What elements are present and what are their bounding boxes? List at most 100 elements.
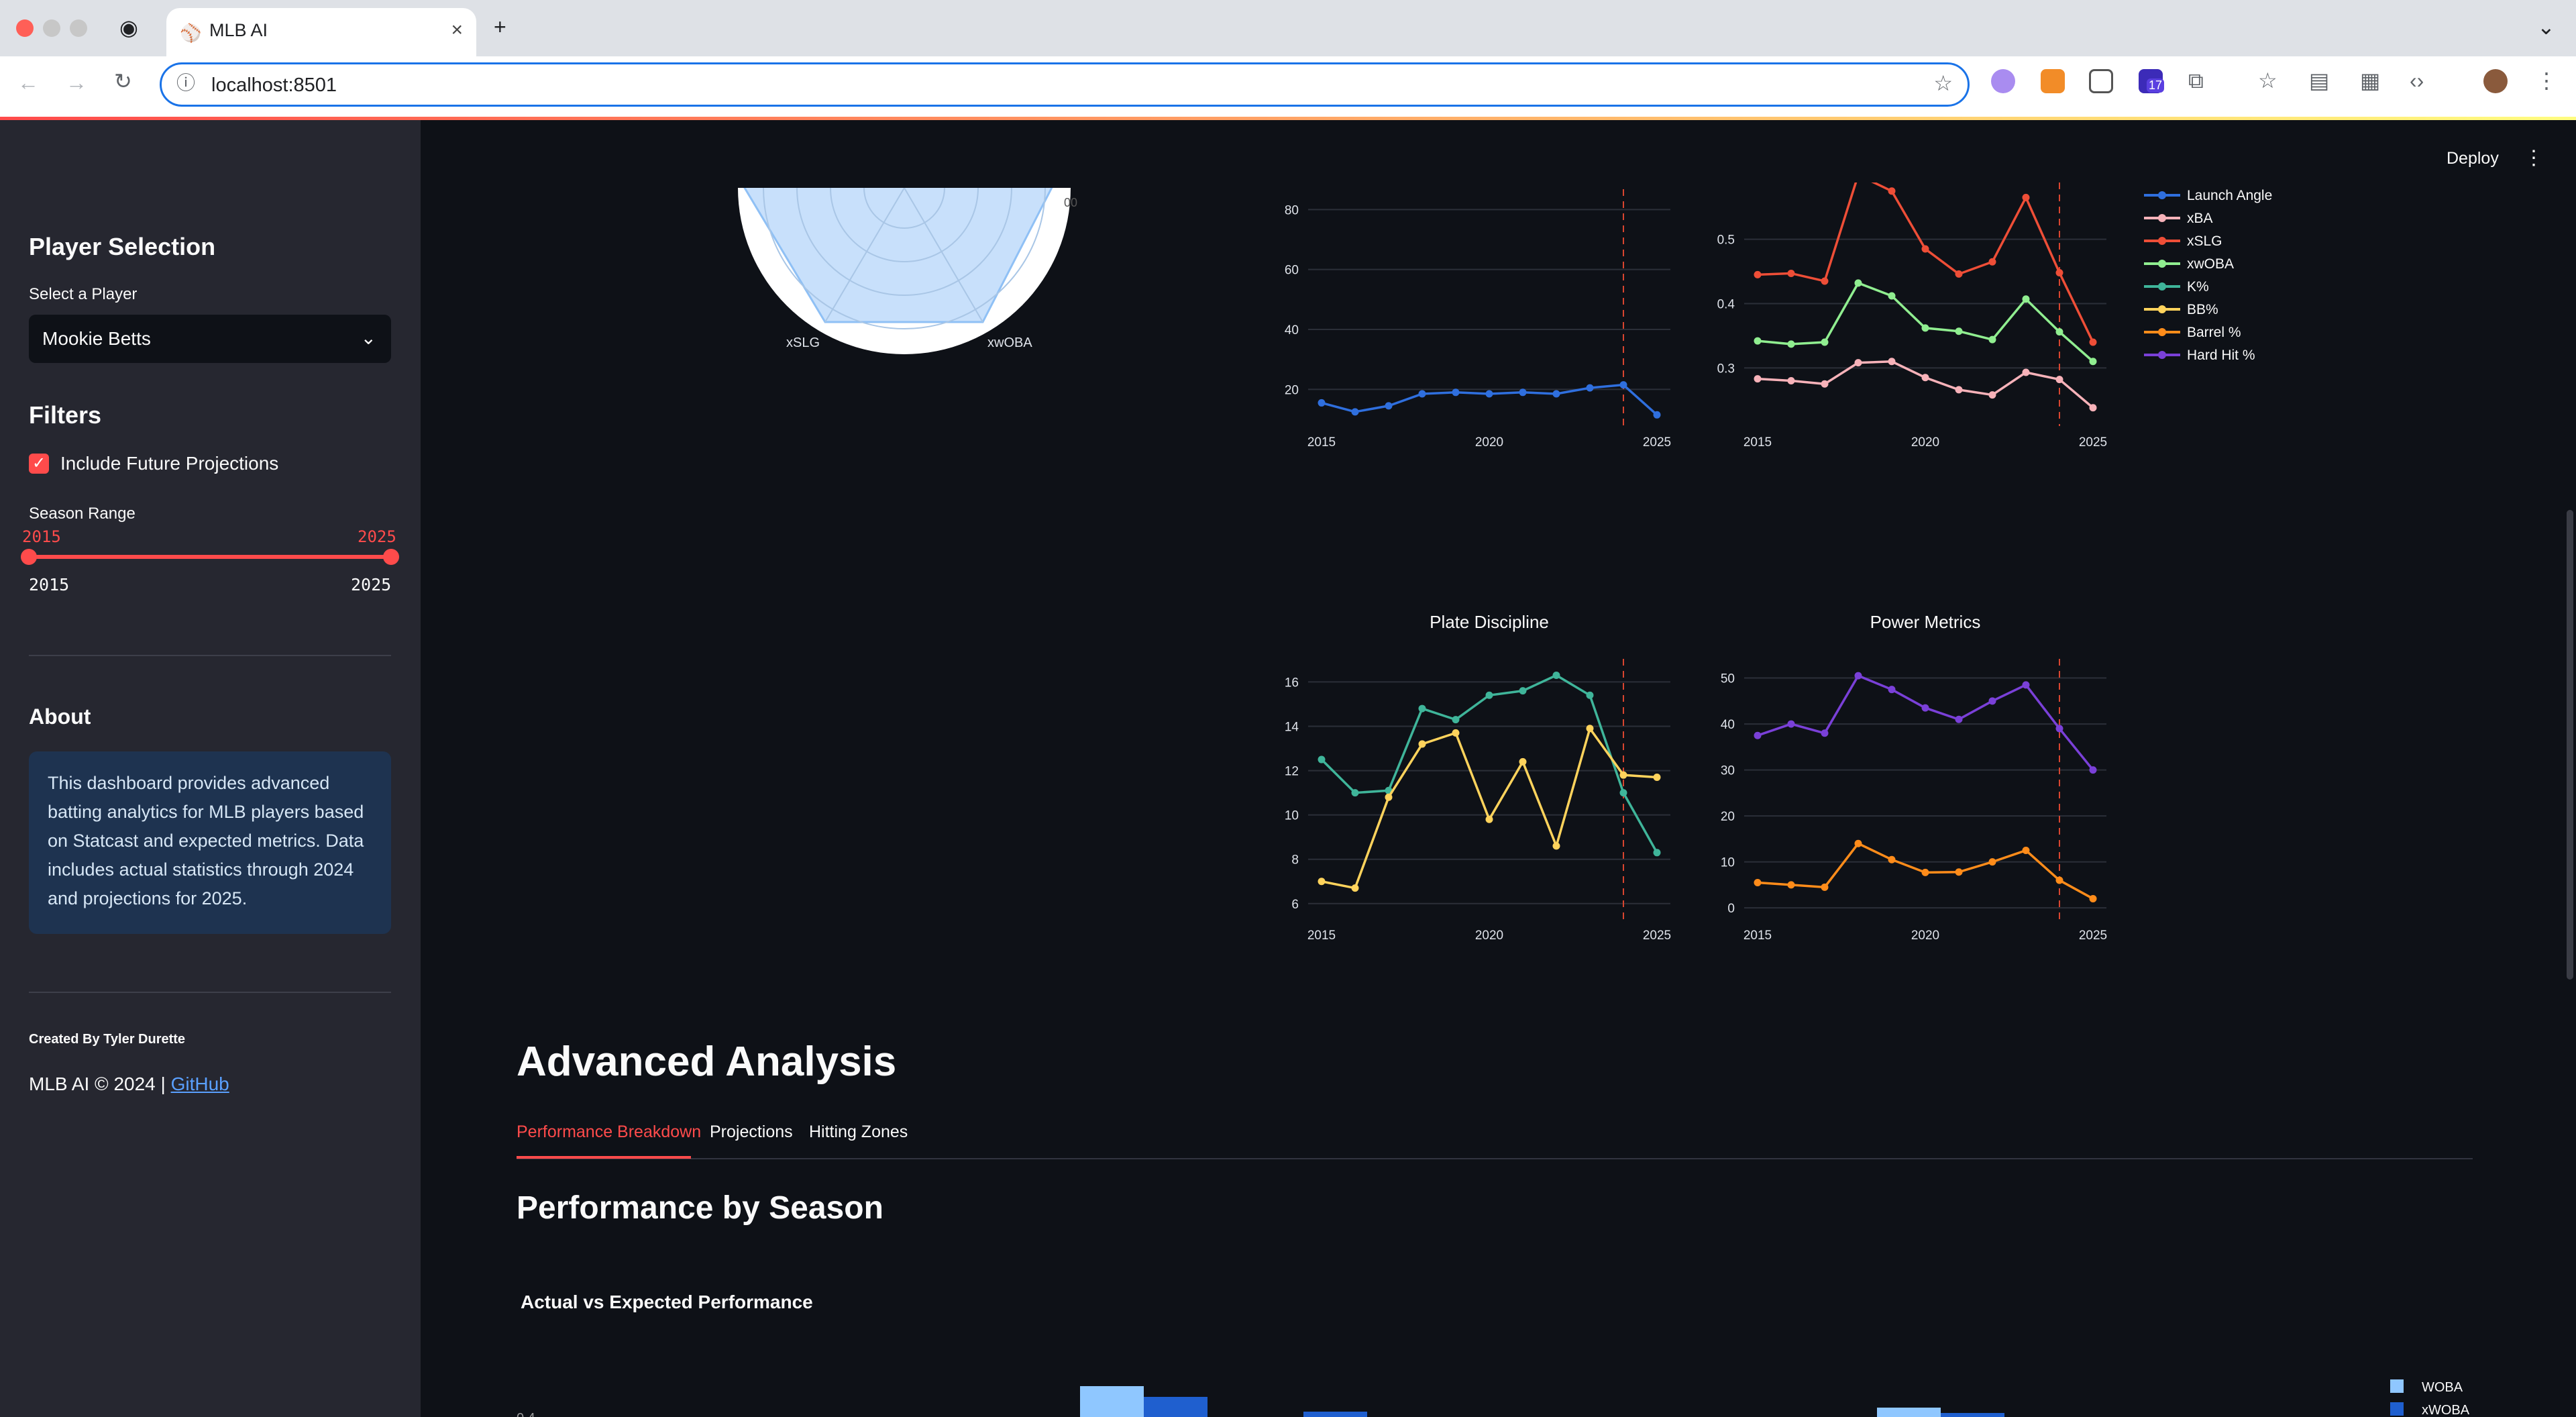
legend-swatch-dot: [2158, 351, 2166, 359]
bar-xwoba: [1941, 1413, 2004, 1417]
sidebar-divider: [29, 992, 391, 993]
bookmark-star-icon[interactable]: ☆: [1933, 72, 1953, 94]
tab-performance-breakdown[interactable]: Performance Breakdown: [517, 1122, 701, 1142]
close-window-button[interactable]: [16, 19, 34, 37]
data-point: [1988, 391, 1996, 399]
legend-item[interactable]: Hard Hit %: [2144, 345, 2318, 365]
maximize-window-button[interactable]: [70, 19, 87, 37]
site-info-icon[interactable]: ⓘ: [176, 74, 195, 93]
reading-list-icon[interactable]: ▤: [2309, 70, 2329, 91]
url-text[interactable]: localhost:8501: [211, 74, 337, 97]
extensions-puzzle-icon[interactable]: ⧉: [2188, 70, 2204, 91]
address-bar[interactable]: ⓘ localhost:8501 ☆: [160, 62, 1970, 107]
data-point: [2055, 725, 2063, 733]
legend-label: xwOBA: [2187, 256, 2235, 272]
legend-label: xBA: [2187, 211, 2213, 226]
legend-item[interactable]: K%: [2144, 276, 2318, 297]
data-point: [1921, 324, 1929, 332]
data-point: [1955, 715, 1963, 723]
y-tick-label: 0.3: [1717, 362, 1735, 376]
extension-fox-icon[interactable]: [2041, 69, 2065, 93]
legend-item[interactable]: Launch Angle: [2144, 185, 2318, 205]
data-point: [1586, 384, 1594, 392]
forward-icon[interactable]: →: [66, 72, 87, 93]
data-point: [1821, 380, 1829, 388]
tab-search-chevron-icon[interactable]: ⌄: [2537, 16, 2555, 38]
legend-item[interactable]: BB%: [2144, 299, 2318, 319]
data-point: [1318, 755, 1326, 764]
extension-qr-icon[interactable]: [2089, 69, 2113, 93]
data-point: [1619, 789, 1627, 797]
bar-xwoba: [1144, 1397, 1208, 1417]
data-point: [1888, 686, 1896, 694]
legend-label: xSLG: [2187, 233, 2222, 249]
minimize-window-button[interactable]: [43, 19, 60, 37]
data-point: [1385, 793, 1393, 801]
bookmarks-icon[interactable]: ☆: [2258, 70, 2277, 91]
browser-tab[interactable]: ⚾ MLB AI ×: [166, 8, 476, 56]
back-icon[interactable]: ←: [17, 72, 39, 93]
data-point: [1888, 855, 1896, 863]
data-point: [1351, 789, 1359, 797]
slider-low-handle[interactable]: [21, 549, 37, 565]
season-range-slider-track[interactable]: [29, 555, 391, 559]
profile-avatar[interactable]: [2483, 69, 2508, 93]
y-tick-label: 6: [1291, 898, 1299, 912]
legend-item[interactable]: Barrel %: [2144, 322, 2318, 342]
y-tick-label: 12: [1285, 765, 1299, 779]
github-link[interactable]: GitHub: [171, 1073, 229, 1094]
legend-item[interactable]: xwOBA: [2144, 254, 2318, 274]
browser-menu-icon[interactable]: ⋮: [2536, 70, 2557, 91]
tab-hitting-zones[interactable]: Hitting Zones: [809, 1122, 908, 1142]
slider-high-handle[interactable]: [383, 549, 399, 565]
legend-item[interactable]: xSLG: [2144, 231, 2318, 251]
kebab-icon[interactable]: ⋮: [2524, 146, 2544, 170]
data-point: [1318, 399, 1326, 407]
browser-chrome: ◉ ⚾ MLB AI × + ⌄ ← → ↻ ⓘ localhost:8501 …: [0, 0, 2576, 117]
slider-high-value: 2025: [358, 527, 396, 546]
sidebar-divider: [29, 655, 391, 656]
reload-icon[interactable]: ↻: [114, 70, 132, 92]
filters-heading: Filters: [29, 401, 102, 429]
tab-projections[interactable]: Projections: [710, 1122, 793, 1142]
close-tab-icon[interactable]: ×: [451, 19, 463, 42]
new-tab-icon[interactable]: +: [494, 16, 506, 38]
data-point: [2089, 338, 2097, 346]
legend-swatch-dot: [2158, 191, 2166, 199]
data-point: [1988, 697, 1996, 705]
pinned-tab-icon[interactable]: ◉: [119, 17, 138, 38]
legend-item[interactable]: xBA: [2144, 208, 2318, 228]
y-tick-label: 50: [1721, 672, 1735, 686]
side-panel-icon[interactable]: ▦: [2360, 70, 2380, 91]
devtools-code-icon[interactable]: ‹›: [2410, 70, 2424, 91]
extension-badge-icon[interactable]: 17: [2139, 69, 2165, 93]
extension-cloud-icon[interactable]: [1991, 69, 2015, 93]
baseball-icon: ⚾: [180, 23, 202, 43]
data-point: [1418, 390, 1426, 398]
data-point: [1921, 704, 1929, 712]
data-point: [2055, 269, 2063, 276]
data-point: [1385, 402, 1393, 410]
series-line: [1757, 182, 2094, 343]
y-tick-label: 80: [1285, 203, 1299, 217]
data-point: [1754, 731, 1762, 739]
data-point: [1552, 390, 1560, 398]
series-barrel-: [1754, 839, 2097, 902]
data-point: [1653, 773, 1661, 781]
player-select[interactable]: Mookie Betts ⌄: [29, 315, 391, 363]
data-point: [1988, 858, 1996, 866]
future-projections-checkbox[interactable]: ✓: [29, 454, 49, 474]
legend-label: Hard Hit %: [2187, 348, 2255, 363]
page-scrollbar[interactable]: [2567, 510, 2573, 980]
tabs-divider: [517, 1158, 2473, 1159]
x-tick-label: 2020: [1911, 435, 1939, 450]
x-tick-label: 2020: [1911, 929, 1939, 943]
legend-swatch-dot: [2158, 214, 2166, 222]
x-tick-label: 2025: [2079, 435, 2107, 450]
deploy-button[interactable]: Deploy: [2447, 149, 2499, 168]
legend-swatch-dot: [2158, 328, 2166, 336]
data-point: [2055, 376, 2063, 384]
tab-title: MLB AI: [209, 20, 268, 40]
future-projections-label[interactable]: Include Future Projections: [60, 453, 278, 474]
range-max-label: 2025: [351, 575, 392, 594]
